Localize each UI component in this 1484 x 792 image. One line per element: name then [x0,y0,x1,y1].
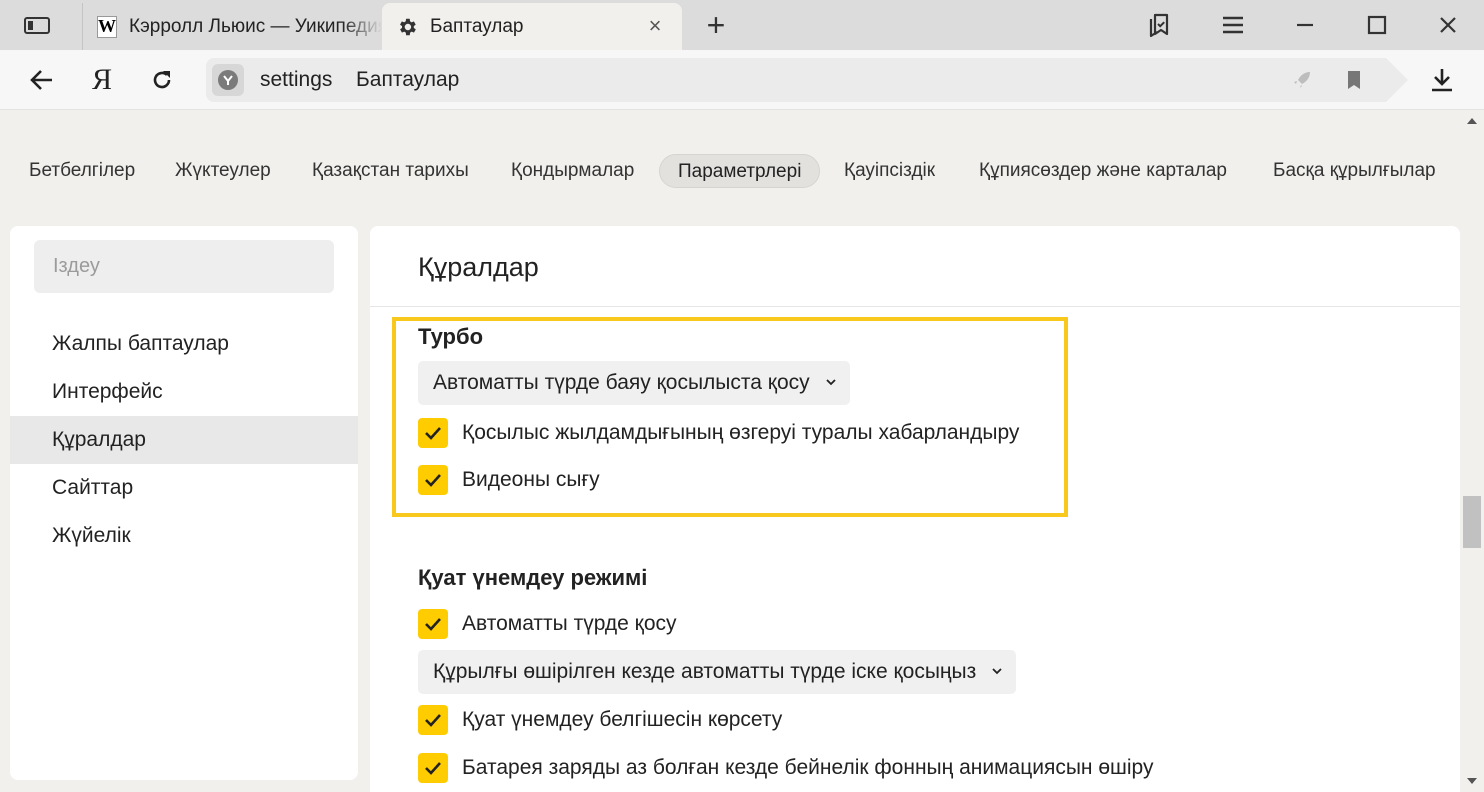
page-scrollbar[interactable] [1460,110,1484,792]
turbo-mode-select[interactable]: Автоматты түрде баяу қосылыста қосу [418,361,850,405]
checkmark-icon [425,427,441,440]
bookmarks-collection-icon [1149,13,1169,38]
tab-other-devices[interactable]: Басқа құрылғылар [1255,154,1454,188]
chevron-down-icon [992,668,1002,675]
scroll-down-arrow-icon[interactable] [1467,778,1477,784]
settings-sidebar: Жалпы баптаулар Интерфейс Құралдар Сайтт… [10,226,358,780]
url-scheme: settings [260,68,333,91]
site-info-button[interactable] [212,64,244,96]
gear-icon [396,16,418,38]
minimize-icon [1297,23,1313,27]
scroll-up-arrow-icon[interactable] [1467,118,1477,124]
navigation-bar: Я settings Баптаулар [0,50,1484,110]
sidebar-item-general[interactable]: Жалпы баптаулар [10,320,358,368]
reload-button[interactable] [144,62,180,98]
tab-title: Баптаулар [430,15,524,37]
power-animation-option[interactable]: Батарея заряды аз болған кезде бейнелік … [418,752,1154,784]
close-window-button[interactable] [1428,6,1468,44]
back-button[interactable] [24,62,60,98]
tab-extensions[interactable]: Қондырмалар [493,154,652,188]
maximize-button[interactable] [1357,6,1397,44]
power-mode-value: Құрылғы өшірілген кезде автоматты түрде … [433,660,977,683]
minimize-button[interactable] [1285,6,1325,44]
turbo-video-checkbox[interactable] [418,465,448,495]
collections-button[interactable] [1140,6,1180,44]
divider [370,306,1460,307]
power-mode-select[interactable]: Құрылғы өшірілген кезде автоматты түрде … [418,650,1017,694]
tab-title: Кэрролл Льюис — Уикипедия [129,15,382,37]
turbo-mode-value: Автоматты түрде баяу қосылыста қосу [433,371,810,394]
tab-passwords[interactable]: Құпиясөздер және карталар [961,154,1245,188]
tab-bookmarks[interactable]: Бетбелгілер [11,154,153,188]
reload-icon [153,71,171,89]
power-animation-checkbox[interactable] [418,753,448,783]
scroll-thumb[interactable] [1463,496,1481,548]
turbo-notify-option[interactable]: Қосылыс жылдамдығының өзгеруі туралы хаб… [418,417,1019,449]
power-icon-option[interactable]: Қуат үнемдеу белгішесін көрсету [418,704,782,736]
tab-bar: W Кэрролл Льюис — Уикипедия Баптаулар × … [0,0,1484,50]
wikipedia-logo-icon: W [97,15,117,38]
checkmark-icon [425,714,441,727]
new-tab-button[interactable]: + [700,9,732,42]
power-auto-label: Автоматты түрде қосу [462,612,677,635]
url-page-title: Баптаулар [356,68,460,91]
close-icon [1440,17,1456,33]
turbo-notify-checkbox[interactable] [418,418,448,448]
power-auto-option[interactable]: Автоматты түрде қосу [418,608,677,640]
power-icon-checkbox[interactable] [418,705,448,735]
address-bar[interactable]: settings Баптаулар [206,58,1408,102]
settings-tabs: Бетбелгілер Жүктеулер Қазақстан тарихы Қ… [0,150,1470,196]
download-icon [1432,69,1452,92]
sidebar-item-tools[interactable]: Құралдар [10,416,358,464]
hamburger-icon [1223,16,1243,34]
tab-settings-active[interactable]: Параметрлері [659,154,821,188]
power-animation-label: Батарея заряды аз болған кезде бейнелік … [462,756,1154,779]
turbo-video-option[interactable]: Видеоны сығу [418,464,600,496]
bookmark-icon[interactable] [1342,68,1366,92]
menu-button[interactable] [1213,6,1253,44]
sidebar-panel-icon [24,16,50,34]
tab-history[interactable]: Қазақстан тарихы [294,154,487,188]
checkmark-icon [425,762,441,775]
checkmark-icon [425,618,441,631]
power-section-title: Қуат үнемдеу режимі [418,565,648,590]
yandex-logo-button[interactable]: Я [84,62,120,98]
turbo-rocket-icon[interactable] [1290,68,1314,92]
tab-wikipedia[interactable]: W Кэрролл Льюис — Уикипедия [82,3,382,50]
yandex-browser-icon [218,70,238,90]
power-auto-checkbox[interactable] [418,609,448,639]
page-title: Құралдар [418,252,539,282]
sidebar-item-system[interactable]: Жүйелік [10,512,358,560]
sidebar-item-sites[interactable]: Сайттар [10,464,358,512]
turbo-section-title: Турбо [418,324,484,349]
power-icon-label: Қуат үнемдеу белгішесін көрсету [462,708,783,731]
tab-downloads[interactable]: Жүктеулер [157,154,289,188]
sidebar-toggle-button[interactable] [10,9,64,41]
settings-content: Құралдар Турбо Автоматты түрде баяу қосы… [370,226,1460,792]
chevron-down-icon [826,379,836,386]
settings-search-input[interactable] [34,240,334,293]
tab-settings[interactable]: Баптаулар × [382,3,682,50]
arrow-left-icon [30,70,52,90]
turbo-video-label: Видеоны сығу [462,468,600,491]
checkmark-icon [425,474,441,487]
turbo-notify-label: Қосылыс жылдамдығының өзгеруі туралы хаб… [462,421,1020,444]
downloads-button[interactable] [1424,62,1460,98]
sidebar-item-interface[interactable]: Интерфейс [10,368,358,416]
maximize-icon [1367,15,1387,35]
tab-security[interactable]: Қауіпсіздік [826,154,953,188]
close-tab-icon[interactable]: × [644,15,666,37]
